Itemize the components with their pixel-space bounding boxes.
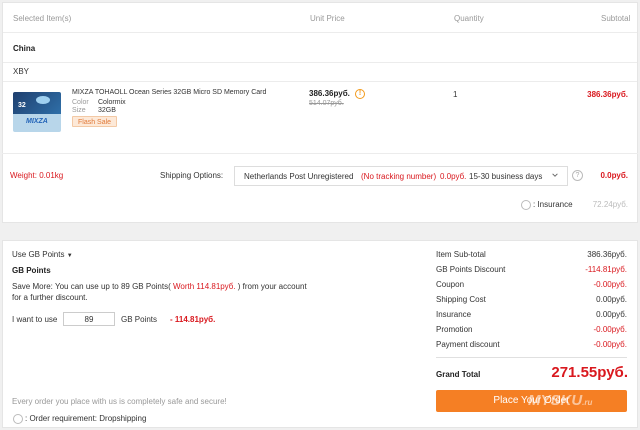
summary-label: Item Sub-total xyxy=(436,250,486,259)
store-name: XBY xyxy=(13,67,30,76)
size-value: 32GB xyxy=(98,107,116,114)
safety-note: Every order you place with us is complet… xyxy=(12,397,227,406)
summary-label: Coupon xyxy=(436,280,465,289)
grand-total-label: Grand Total xyxy=(436,370,481,379)
method-cost: 0.0руб. xyxy=(440,172,467,181)
original-price: 514.07руб. xyxy=(309,100,344,107)
warehouse-label: China xyxy=(13,44,36,53)
summary-label: Promotion xyxy=(436,325,473,334)
gb-points-discount: - 114.81руб. xyxy=(170,315,216,324)
use-gb-points-toggle[interactable]: Use GB Points ▼ xyxy=(12,250,73,259)
summary-label: Shipping Cost xyxy=(436,295,486,304)
summary-row-coupon: Coupon -0.00руб. xyxy=(436,280,627,292)
gb-points-input[interactable] xyxy=(63,312,115,326)
summary-row-subtotal: Item Sub-total 386.36руб. xyxy=(436,250,627,262)
header-quantity: Quantity xyxy=(454,14,484,23)
flash-sale-badge: Flash Sale xyxy=(72,116,118,127)
gb-points-info-line2: for a further discount. xyxy=(12,293,88,302)
header-unit-price: Unit Price xyxy=(310,14,345,23)
insurance-radio[interactable] xyxy=(521,200,531,210)
insurance-price: 72.24руб. xyxy=(592,200,628,209)
size-label: Size xyxy=(72,107,86,114)
watermark-text: MYSKU xyxy=(528,392,583,409)
shipping-cost: 0.0руб. xyxy=(600,171,628,180)
gb-points-unit: GB Points xyxy=(121,315,158,324)
summary-value: -0.00руб. xyxy=(593,340,628,349)
product-thumbnail[interactable]: 32 MIXZA xyxy=(10,88,64,140)
gb-points-info: Save More: You can use up to 89 GB Point… xyxy=(12,282,307,291)
chevron-down-icon xyxy=(552,173,558,177)
watermark-suffix: .ru xyxy=(582,398,593,407)
order-requirement-label: : Order requirement: Dropshipping xyxy=(25,414,147,423)
summary-label: Payment discount xyxy=(436,340,500,349)
thumb-brand: MIXZA xyxy=(26,118,48,125)
shipping-options-label: Shipping Options: xyxy=(160,171,224,180)
summary-row-promotion: Promotion -0.00руб. xyxy=(436,325,627,337)
item-quantity: 1 xyxy=(453,90,458,99)
summary-value: 386.36руб. xyxy=(587,250,627,259)
gb-points-info-suffix: ) from your account xyxy=(237,282,307,291)
help-icon[interactable]: ? xyxy=(572,170,583,181)
fish-graphic xyxy=(36,96,50,104)
shipping-method: Netherlands Post Unregistered xyxy=(244,172,354,181)
divider xyxy=(2,153,638,154)
watermark-logo: MYSKU.ru xyxy=(528,392,592,409)
warning-icon[interactable]: ! xyxy=(355,89,365,99)
summary-row-shipping: Shipping Cost 0.00руб. xyxy=(436,295,627,307)
summary-value: -0.00руб. xyxy=(593,325,628,334)
divider xyxy=(3,81,637,82)
divider xyxy=(436,357,627,358)
summary-label: GB Points Discount xyxy=(436,265,506,274)
use-gb-points-label: Use GB Points xyxy=(12,250,65,259)
summary-value: -0.00руб. xyxy=(593,280,628,289)
chevron-down-icon: ▼ xyxy=(66,253,73,259)
item-subtotal: 386.36руб. xyxy=(587,90,628,99)
weight-label: Weight: 0.01kg xyxy=(10,171,64,180)
color-label: Color xyxy=(72,99,89,106)
summary-label: Insurance xyxy=(436,310,472,319)
product-title-link[interactable]: MIXZA TOHAOLL Ocean Series 32GB Micro SD… xyxy=(72,89,266,96)
summary-row-points-discount: GB Points Discount -114.81руб. xyxy=(436,265,627,277)
insurance-label: : Insurance xyxy=(533,200,573,209)
gb-points-worth: Worth 114.81руб. xyxy=(170,282,238,291)
thumb-capacity: 32 xyxy=(18,102,26,109)
tracking-note: (No tracking number) xyxy=(361,172,437,181)
gb-points-title: GB Points xyxy=(12,266,51,275)
color-value: Colormix xyxy=(98,99,126,106)
summary-value: 0.00руб. xyxy=(596,295,627,304)
unit-price: 386.36руб. xyxy=(309,89,350,98)
dropshipping-radio[interactable] xyxy=(13,414,23,424)
summary-value: 0.00руб. xyxy=(596,310,627,319)
summary-value: -114.81руб. xyxy=(585,265,627,274)
delivery-time: 15-30 business days xyxy=(469,172,543,181)
header-subtotal: Subtotal xyxy=(601,14,631,23)
shipping-method-select[interactable]: Netherlands Post Unregistered (No tracki… xyxy=(234,166,568,186)
divider xyxy=(3,62,637,63)
summary-row-payment-discount: Payment discount -0.00руб. xyxy=(436,340,627,352)
gb-points-info-prefix: Save More: You can use up to 89 GB Point… xyxy=(12,282,171,291)
table-header: Selected Item(s) Unit Price Quantity Sub… xyxy=(3,3,637,33)
want-to-use-label: I want to use xyxy=(12,315,58,324)
header-selected-items: Selected Item(s) xyxy=(13,14,72,23)
summary-row-insurance: Insurance 0.00руб. xyxy=(436,310,627,322)
grand-total-value: 271.55руб. xyxy=(551,364,628,381)
